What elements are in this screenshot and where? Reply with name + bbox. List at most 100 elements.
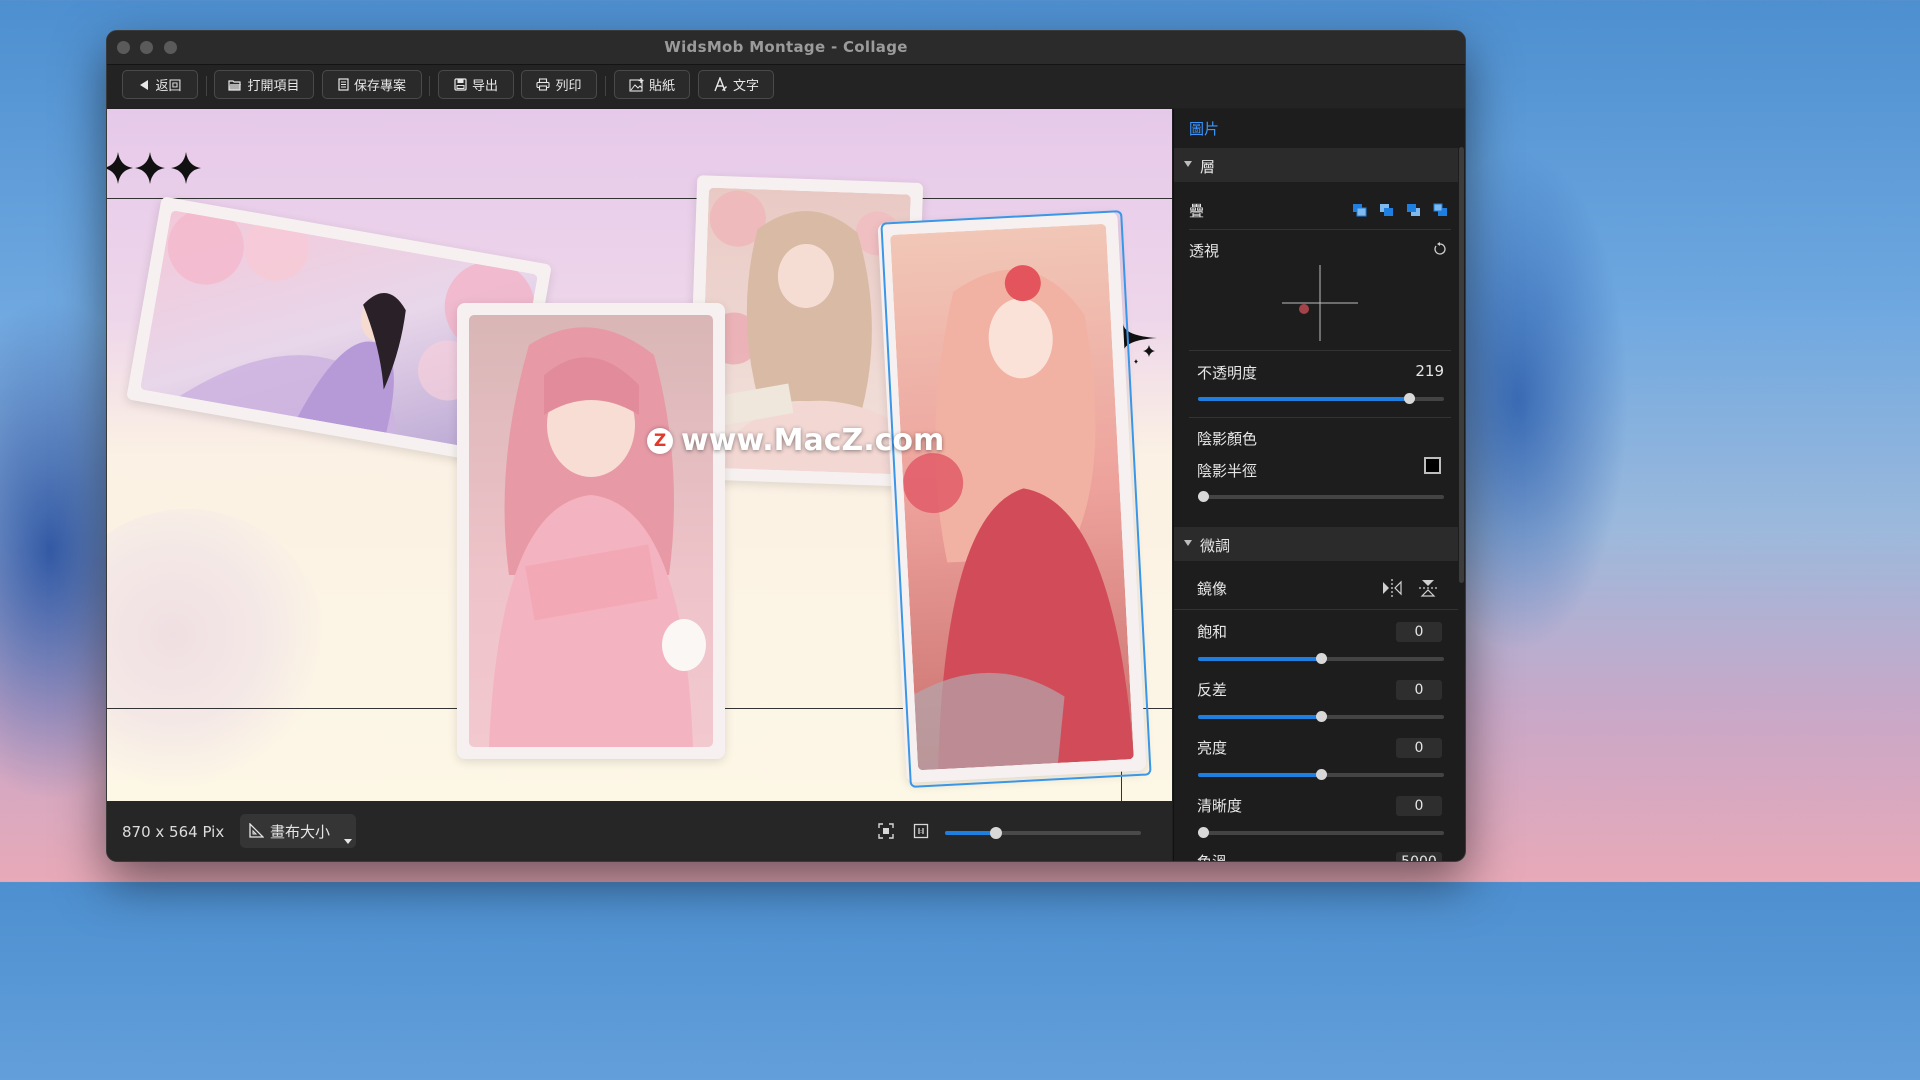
opacity-slider-fill [1198,397,1410,401]
sharpness-slider[interactable] [1198,827,1444,838]
contrast-slider-knob[interactable] [1316,711,1327,722]
layer-section-header[interactable]: 層 [1174,148,1458,182]
canvas-dimensions: 870 x 564 Pix [122,823,225,841]
send-to-back-icon[interactable] [1433,203,1449,218]
brightness-slider-fill [1198,773,1321,777]
divider [1189,350,1451,351]
print-button[interactable]: 列印 [521,70,597,99]
actual-size-icon[interactable] [913,823,929,839]
app-window: WidsMob Montage - Collage 返回 打開項目 保存專案 导… [106,30,1466,862]
photo-image [469,315,713,747]
reset-icon[interactable] [1433,242,1447,256]
stack-label: 疊 [1189,202,1205,220]
brightness-slider-knob[interactable] [1316,769,1327,780]
opacity-value: 219 [1415,362,1444,380]
saturation-value-field[interactable]: 0 [1396,622,1442,642]
watermark-text: www.MacZ.com [681,423,945,458]
send-backward-icon[interactable] [1406,203,1422,218]
brightness-slider[interactable] [1198,769,1444,780]
save-project-button[interactable]: 保存專案 [322,70,422,99]
adjust-section-title: 微調 [1200,537,1231,555]
contrast-slider[interactable] [1198,711,1444,722]
tab-image[interactable]: 圖片 [1189,118,1219,139]
export-button[interactable]: 导出 [438,70,514,99]
contrast-value-field[interactable]: 0 [1396,680,1442,700]
toolbar: 返回 打開項目 保存專案 导出 列印 貼紙 文字 [107,65,1465,108]
printer-icon [536,78,551,91]
adjust-section-header[interactable]: 微調 [1174,527,1458,561]
print-label: 列印 [555,79,582,94]
toolbar-divider [206,76,207,96]
zoom-slider[interactable] [945,827,1141,839]
status-bar: 870 x 564 Pix 畫布大小 [107,801,1172,861]
contrast-label: 反差 [1197,681,1228,699]
fit-to-screen-icon[interactable] [878,823,894,839]
window-title: WidsMob Montage - Collage [664,38,908,56]
document-icon [338,78,349,91]
opacity-label: 不透明度 [1197,364,1258,382]
shadow-color-label: 陰影顏色 [1197,430,1258,448]
zoom-slider-fill [945,831,996,835]
save-project-label: 保存專案 [353,79,406,94]
collage-canvas[interactable]: Z www.MacZ.com [107,109,1172,801]
bring-forward-icon[interactable] [1379,203,1395,218]
title-bar: WidsMob Montage - Collage [107,31,1465,65]
sticker-icon [629,77,644,92]
folder-icon [228,79,242,91]
text-label: 文字 [732,79,759,94]
opacity-slider-knob[interactable] [1403,393,1415,404]
zoom-slider-knob[interactable] [989,827,1002,839]
canvas-area[interactable]: Z www.MacZ.com [107,109,1172,801]
saturation-slider[interactable] [1198,653,1444,664]
shadow-radius-slider-knob[interactable] [1198,491,1209,502]
perspective-label: 透視 [1189,242,1220,260]
temperature-label: 色溫 [1197,851,1227,861]
shadow-radius-slider[interactable] [1198,491,1444,502]
divider [1189,417,1451,418]
open-project-button[interactable]: 打開項目 [214,70,314,99]
brightness-value-field[interactable]: 0 [1396,738,1442,758]
brightness-label: 亮度 [1197,739,1228,757]
divider [1174,609,1458,610]
panel-scrollbar[interactable] [1459,147,1464,583]
shadow-radius-label: 陰影半徑 [1197,462,1258,480]
selection-outline [880,210,1152,788]
inspector-panel: 圖片 層 疊 透視 不透明度 219 陰影顏色 陰影半徑 微調 鏡像 飽和 0 … [1173,109,1465,861]
export-icon [454,78,467,91]
contrast-slider-fill [1198,715,1321,719]
canvas-size-label: 畫布大小 [270,822,331,841]
saturation-label: 飽和 [1197,623,1228,641]
shadow-color-well[interactable] [1424,457,1441,474]
saturation-slider-fill [1198,657,1321,661]
disclosure-triangle-icon [1184,161,1192,167]
back-button-label: 返回 [155,79,182,94]
sticker-label: 貼紙 [648,79,675,94]
canvas-size-dropdown[interactable]: 畫布大小 [240,814,356,848]
sticker-button[interactable]: 貼紙 [614,70,690,99]
chevron-down-icon [344,839,352,844]
flip-horizontal-icon[interactable] [1382,579,1402,597]
text-tool-icon [714,77,727,92]
mirror-label: 鏡像 [1197,580,1228,598]
perspective-pad[interactable] [1282,265,1358,341]
temperature-value-field[interactable]: 5000 [1396,852,1442,861]
background-moon-shape [107,509,327,789]
sparkle-stars-decoration [107,152,201,184]
sharpness-label: 清晰度 [1197,797,1243,815]
bring-to-front-icon[interactable] [1352,203,1368,218]
flip-vertical-icon[interactable] [1419,579,1437,597]
sharpness-slider-knob[interactable] [1198,827,1209,838]
text-button[interactable]: 文字 [698,70,774,99]
sharpness-value-field[interactable]: 0 [1396,796,1442,816]
disclosure-triangle-icon [1184,540,1192,546]
opacity-slider[interactable] [1198,393,1444,404]
layer-section-title: 層 [1200,158,1216,176]
saturation-slider-knob[interactable] [1316,653,1327,664]
divider [1189,229,1451,230]
collage-photo-2[interactable] [457,303,725,759]
back-arrow-icon [140,79,149,90]
watermark-logo: Z [647,427,673,454]
open-project-label: 打開項目 [247,79,300,94]
guide-line [107,198,1172,199]
back-button[interactable]: 返回 [122,70,198,99]
